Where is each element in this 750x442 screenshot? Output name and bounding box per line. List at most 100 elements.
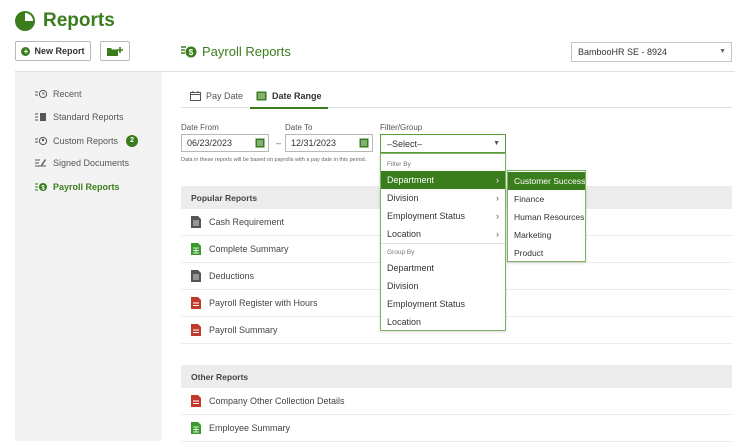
report-label: Payroll Summary (209, 325, 278, 335)
chevron-right-icon: › (496, 193, 499, 203)
report-label: Employee Summary (209, 423, 291, 433)
chevron-right-icon: › (496, 229, 499, 239)
filter-group-select[interactable]: –Select– ▼ (380, 134, 506, 153)
folder-plus-icon (107, 46, 123, 56)
standard-reports-icon (35, 112, 47, 122)
date-to-label: Date To (285, 123, 313, 132)
group-by-location[interactable]: Location (381, 313, 505, 331)
new-report-label: New Report (34, 46, 85, 56)
chevron-right-icon: › (496, 211, 499, 221)
filter-by-division[interactable]: Division › (381, 189, 505, 207)
page-title-wrap: $ Payroll Reports (181, 44, 291, 59)
report-label: Company Other Collection Details (209, 396, 345, 406)
filter-by-group-label: Filter By (387, 161, 411, 168)
signed-documents-icon (35, 158, 47, 168)
menu-item-label: Employment Status (387, 299, 466, 309)
menu-item-label: Department (387, 175, 435, 185)
department-option-finance[interactable]: Finance (508, 190, 585, 208)
app-title: Reports (43, 10, 115, 31)
company-select[interactable]: BambooHR SE - 8924 ▼ (571, 42, 732, 62)
department-option-customer-success[interactable]: Customer Success (508, 172, 585, 190)
other-reports-header: Other Reports (181, 365, 732, 388)
sidebar-item-recent[interactable]: Recent (35, 89, 82, 99)
page-title: Payroll Reports (202, 44, 291, 59)
tab-pay-date[interactable]: Pay Date (190, 84, 243, 108)
menu-item-label: Location (387, 317, 422, 327)
group-by-division[interactable]: Division (381, 277, 505, 295)
group-by-department[interactable]: Department (381, 259, 505, 277)
department-option-human-resources[interactable]: Human Resources (508, 208, 585, 226)
report-row-employee-summary[interactable]: Employee Summary (181, 415, 732, 442)
filter-group-label: Filter/Group (380, 123, 423, 132)
calendar-icon (190, 91, 201, 101)
spreadsheet-green-icon (191, 243, 201, 255)
sidebar-item-standard-reports[interactable]: Standard Reports (35, 112, 124, 122)
dropdown-divider (381, 243, 505, 244)
department-option-product[interactable]: Product (508, 244, 585, 262)
filter-by-location[interactable]: Location › (381, 225, 505, 243)
filter-by-department[interactable]: Department › (381, 171, 505, 189)
date-from-label: Date From (181, 123, 219, 132)
group-by-employment-status[interactable]: Employment Status (381, 295, 505, 313)
document-gray-icon (191, 270, 201, 282)
recent-icon (35, 89, 47, 99)
sidebar-item-custom-reports[interactable]: Custom Reports 2 (35, 135, 139, 147)
chevron-right-icon: › (496, 175, 499, 185)
filter-group-dropdown: Filter By Department › Division › Employ… (380, 153, 506, 331)
date-separator: – (276, 138, 282, 148)
menu-item-label: Division (387, 281, 419, 291)
pie-chart-icon (15, 11, 35, 31)
report-label: Cash Requirement (209, 217, 285, 227)
pdf-red-icon (191, 297, 201, 309)
chevron-down-icon: ▼ (493, 140, 500, 147)
report-tabs: Pay Date Date Range (181, 84, 732, 109)
app-header: Reports (14, 10, 115, 32)
payroll-reports-icon: $ (35, 182, 47, 192)
new-folder-button[interactable] (100, 41, 130, 61)
sidebar-item-label: Custom Reports (53, 136, 119, 146)
new-report-button[interactable]: + New Report (15, 41, 91, 61)
date-to-input[interactable]: 12/31/2023 (285, 134, 373, 152)
report-row-company-other-collection-details[interactable]: Company Other Collection Details (181, 388, 732, 415)
department-submenu: Customer Success Finance Human Resources… (507, 170, 586, 262)
menu-item-label: Department (387, 263, 435, 273)
menu-item-label: Employment Status (387, 211, 466, 221)
calendar-green-icon (359, 138, 369, 148)
payroll-reports-icon: $ (181, 46, 197, 58)
date-from-value: 06/23/2023 (187, 138, 233, 148)
group-by-group-label: Group By (387, 249, 415, 256)
spreadsheet-green-icon (191, 422, 201, 434)
calendar-range-icon (256, 91, 267, 101)
tab-date-range[interactable]: Date Range (250, 84, 327, 109)
document-gray-icon (191, 216, 201, 228)
menu-item-label: Division (387, 193, 419, 203)
sidebar-item-payroll-reports[interactable]: $ Payroll Reports (35, 182, 120, 192)
custom-reports-icon (35, 136, 47, 146)
sidebar-item-signed-documents[interactable]: Signed Documents (35, 158, 129, 168)
tab-label: Date Range (272, 91, 322, 101)
date-from-input[interactable]: 06/23/2023 (181, 134, 269, 152)
sidebar-item-label: Signed Documents (53, 158, 130, 168)
svg-text:$: $ (189, 48, 194, 57)
sidebar-item-label: Payroll Reports (53, 182, 120, 192)
report-label: Complete Summary (209, 244, 289, 254)
plus-circle-icon: + (21, 46, 31, 56)
sidebar-item-label: Standard Reports (53, 112, 124, 122)
company-select-value: BambooHR SE - 8924 (578, 47, 668, 57)
report-label: Payroll Register with Hours (209, 298, 318, 308)
menu-item-label: Location (387, 229, 422, 239)
sidebar-item-label: Recent (53, 89, 82, 99)
department-option-marketing[interactable]: Marketing (508, 226, 585, 244)
date-to-value: 12/31/2023 (291, 138, 337, 148)
sidebar: Recent Standard Reports Custom Reports 2… (15, 72, 162, 441)
pdf-red-icon (191, 324, 201, 336)
date-range-hint: Data in these reports will be based on p… (181, 157, 367, 163)
calendar-green-icon (255, 138, 265, 148)
filter-by-employment-status[interactable]: Employment Status › (381, 207, 505, 225)
report-label: Deductions (209, 271, 255, 281)
chevron-down-icon: ▼ (719, 48, 726, 55)
tab-label: Pay Date (206, 91, 244, 101)
custom-reports-count-badge: 2 (126, 135, 139, 147)
filter-group-value: –Select– (387, 138, 423, 149)
pdf-red-icon (191, 395, 201, 407)
